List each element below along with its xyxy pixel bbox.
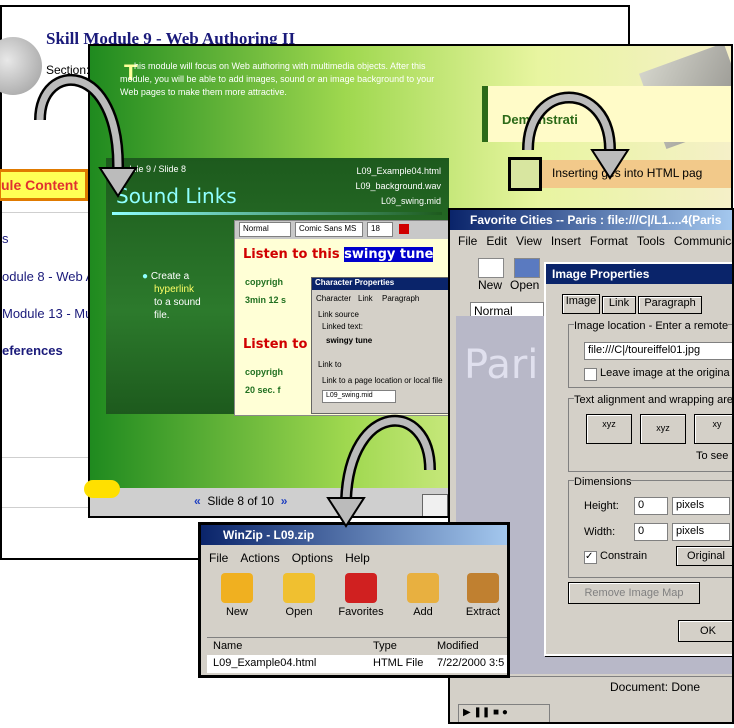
arrow-head-1 <box>98 167 138 198</box>
curved-arrow-2 <box>522 91 616 151</box>
arrow-overlay <box>34 73 630 528</box>
arrow-head-2 <box>590 149 630 180</box>
curved-arrow-1 <box>34 73 125 171</box>
arrow-head-3 <box>326 497 366 528</box>
